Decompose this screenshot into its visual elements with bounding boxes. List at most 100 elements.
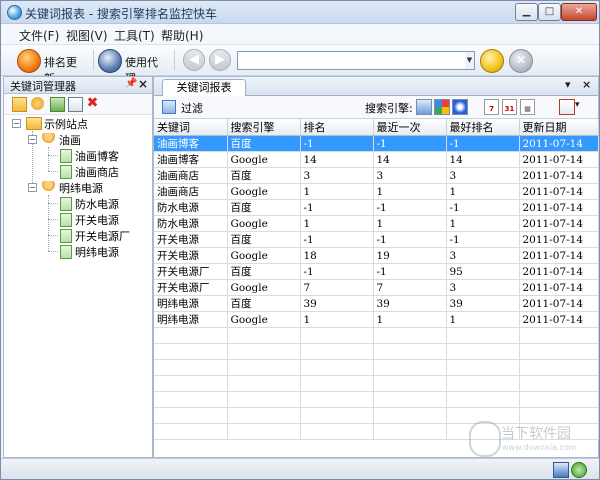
collapse-toggle[interactable]: − bbox=[12, 119, 21, 128]
table-cell bbox=[300, 391, 374, 408]
baidu-engine-icon[interactable] bbox=[452, 99, 468, 115]
menu-help[interactable]: 帮助(H) bbox=[161, 27, 203, 44]
table-cell bbox=[373, 407, 447, 424]
table-row[interactable]: 油画商店 Google 1 1 1 2011-07-14 bbox=[154, 183, 599, 200]
close-tab-icon[interactable]: × bbox=[582, 78, 591, 91]
network-status-icon bbox=[553, 462, 569, 478]
tree-keyword-label: 油画博客 bbox=[75, 150, 119, 163]
table-cell: 油画商店 bbox=[154, 183, 228, 200]
table-row[interactable]: 开关电源厂 百度 -1 -1 95 2011-07-14 bbox=[154, 263, 599, 280]
table-cell: 2011-07-14 bbox=[519, 135, 599, 152]
table-cell bbox=[373, 423, 447, 440]
all-engines-icon[interactable] bbox=[416, 99, 432, 115]
tab-keyword-report[interactable]: 关键词报表 bbox=[162, 79, 246, 96]
pin-icon[interactable]: 📌 bbox=[125, 78, 137, 89]
table-cell bbox=[227, 343, 301, 360]
address-input[interactable] bbox=[237, 51, 469, 70]
table-row[interactable]: 开关电源 Google 18 19 3 2011-07-14 bbox=[154, 247, 599, 264]
update-rank-button[interactable]: 排名更新 bbox=[17, 48, 87, 85]
tab-list-dropdown-icon[interactable]: ▾ bbox=[565, 78, 571, 91]
empty-table-row bbox=[154, 375, 599, 392]
table-cell: 百度 bbox=[227, 231, 301, 248]
minimize-button[interactable]: ▁ bbox=[515, 3, 538, 21]
add-group-icon[interactable] bbox=[31, 97, 44, 110]
table-row[interactable]: 油画商店 百度 3 3 3 2011-07-14 bbox=[154, 167, 599, 184]
column-header[interactable]: 更新日期 bbox=[519, 119, 599, 136]
table-row[interactable]: 开关电源厂 Google 7 7 3 2011-07-14 bbox=[154, 279, 599, 296]
edit-icon[interactable] bbox=[68, 97, 83, 112]
table-row[interactable]: 防水电源 Google 1 1 1 2011-07-14 bbox=[154, 215, 599, 232]
table-cell: 14 bbox=[300, 151, 374, 168]
filter-bar: 过滤 搜索引擎: 7 31 ▦ ▾ bbox=[154, 96, 598, 119]
calendar-7-icon[interactable]: 7 bbox=[484, 99, 499, 115]
table-row[interactable]: 明纬电源 Google 1 1 1 2011-07-14 bbox=[154, 311, 599, 328]
keyword-icon bbox=[60, 213, 72, 227]
menu-tools[interactable]: 工具(T) bbox=[114, 27, 155, 44]
export-icon[interactable] bbox=[559, 99, 575, 115]
forward-arrow-icon[interactable]: ▶ bbox=[209, 49, 231, 71]
table-cell: -1 bbox=[373, 199, 447, 216]
table-row[interactable]: 油画博客 百度 -1 -1 -1 2011-07-14 bbox=[154, 135, 599, 152]
table-cell: 开关电源 bbox=[154, 247, 228, 264]
table-cell: 2011-07-14 bbox=[519, 279, 599, 296]
close-window-button[interactable]: ✕ bbox=[561, 3, 597, 21]
manager-toolbar: ✖ bbox=[4, 94, 152, 115]
table-cell: 油画博客 bbox=[154, 151, 228, 168]
delete-icon[interactable]: ✖ bbox=[86, 96, 99, 110]
window-title: 关键词报表 - 搜索引擎排名监控快车 bbox=[25, 7, 217, 21]
status-bar bbox=[1, 458, 599, 479]
column-header[interactable]: 搜索引擎 bbox=[227, 119, 301, 136]
table-cell: 油画博客 bbox=[154, 135, 228, 152]
filter-button[interactable]: 过滤 bbox=[181, 100, 203, 116]
menu-file[interactable]: 文件(F) bbox=[19, 27, 59, 44]
collapse-toggle[interactable]: − bbox=[28, 135, 37, 144]
table-cell: 18 bbox=[300, 247, 374, 264]
open-folder-icon[interactable] bbox=[12, 97, 27, 112]
table-cell bbox=[446, 327, 520, 344]
table-cell: -1 bbox=[446, 135, 520, 152]
column-header[interactable]: 最近一次 bbox=[373, 119, 447, 136]
table-row[interactable]: 开关电源 百度 -1 -1 -1 2011-07-14 bbox=[154, 231, 599, 248]
tree-root-label: 示例站点 bbox=[44, 118, 88, 131]
calendar-31-icon[interactable]: 31 bbox=[502, 99, 517, 115]
column-header[interactable]: 排名 bbox=[300, 119, 374, 136]
proxy-globe-icon bbox=[98, 49, 122, 73]
table-cell: 明纬电源 bbox=[154, 295, 228, 312]
google-engine-icon[interactable] bbox=[434, 99, 450, 115]
address-dropdown-icon[interactable]: ▼ bbox=[465, 51, 475, 70]
table-cell: 2011-07-14 bbox=[519, 295, 599, 312]
add-keyword-icon[interactable] bbox=[50, 97, 65, 112]
back-arrow-icon[interactable]: ◀ bbox=[183, 49, 205, 71]
go-refresh-icon[interactable] bbox=[480, 49, 504, 73]
empty-table-row bbox=[154, 359, 599, 376]
table-cell: 2011-07-14 bbox=[519, 167, 599, 184]
table-cell: 1 bbox=[300, 215, 374, 232]
stop-icon[interactable]: ✕ bbox=[509, 49, 533, 73]
calendar-range-icon[interactable]: ▦ bbox=[520, 99, 535, 115]
maximize-button[interactable]: □ bbox=[538, 3, 561, 21]
table-row[interactable]: 防水电源 百度 -1 -1 -1 2011-07-14 bbox=[154, 199, 599, 216]
filter-icon[interactable] bbox=[162, 100, 176, 114]
table-cell: -1 bbox=[373, 231, 447, 248]
menu-view[interactable]: 视图(V) bbox=[66, 27, 108, 44]
tree-group-label: 明纬电源 bbox=[59, 182, 103, 195]
table-cell bbox=[300, 343, 374, 360]
table-row[interactable]: 油画博客 Google 14 14 14 2011-07-14 bbox=[154, 151, 599, 168]
table-cell bbox=[446, 375, 520, 392]
table-row[interactable]: 明纬电源 百度 39 39 39 2011-07-14 bbox=[154, 295, 599, 312]
use-proxy-button[interactable]: 使用代理 bbox=[98, 48, 168, 85]
table-cell bbox=[154, 391, 228, 408]
table-cell: 百度 bbox=[227, 295, 301, 312]
table-cell: 3 bbox=[373, 167, 447, 184]
table-cell bbox=[519, 343, 599, 360]
table-cell: -1 bbox=[446, 231, 520, 248]
export-dropdown-icon[interactable]: ▾ bbox=[575, 100, 580, 110]
column-header[interactable]: 最好排名 bbox=[446, 119, 520, 136]
table-cell bbox=[446, 359, 520, 376]
close-panel-icon[interactable]: × bbox=[138, 77, 148, 91]
table-header-row: 关键词 搜索引擎 排名 最近一次 最好排名 更新日期 bbox=[154, 119, 599, 136]
column-header[interactable]: 关键词 bbox=[154, 119, 228, 136]
watermark-url: www.downxia.com bbox=[502, 443, 577, 452]
collapse-toggle[interactable]: − bbox=[28, 183, 37, 192]
table-cell: 1 bbox=[300, 311, 374, 328]
